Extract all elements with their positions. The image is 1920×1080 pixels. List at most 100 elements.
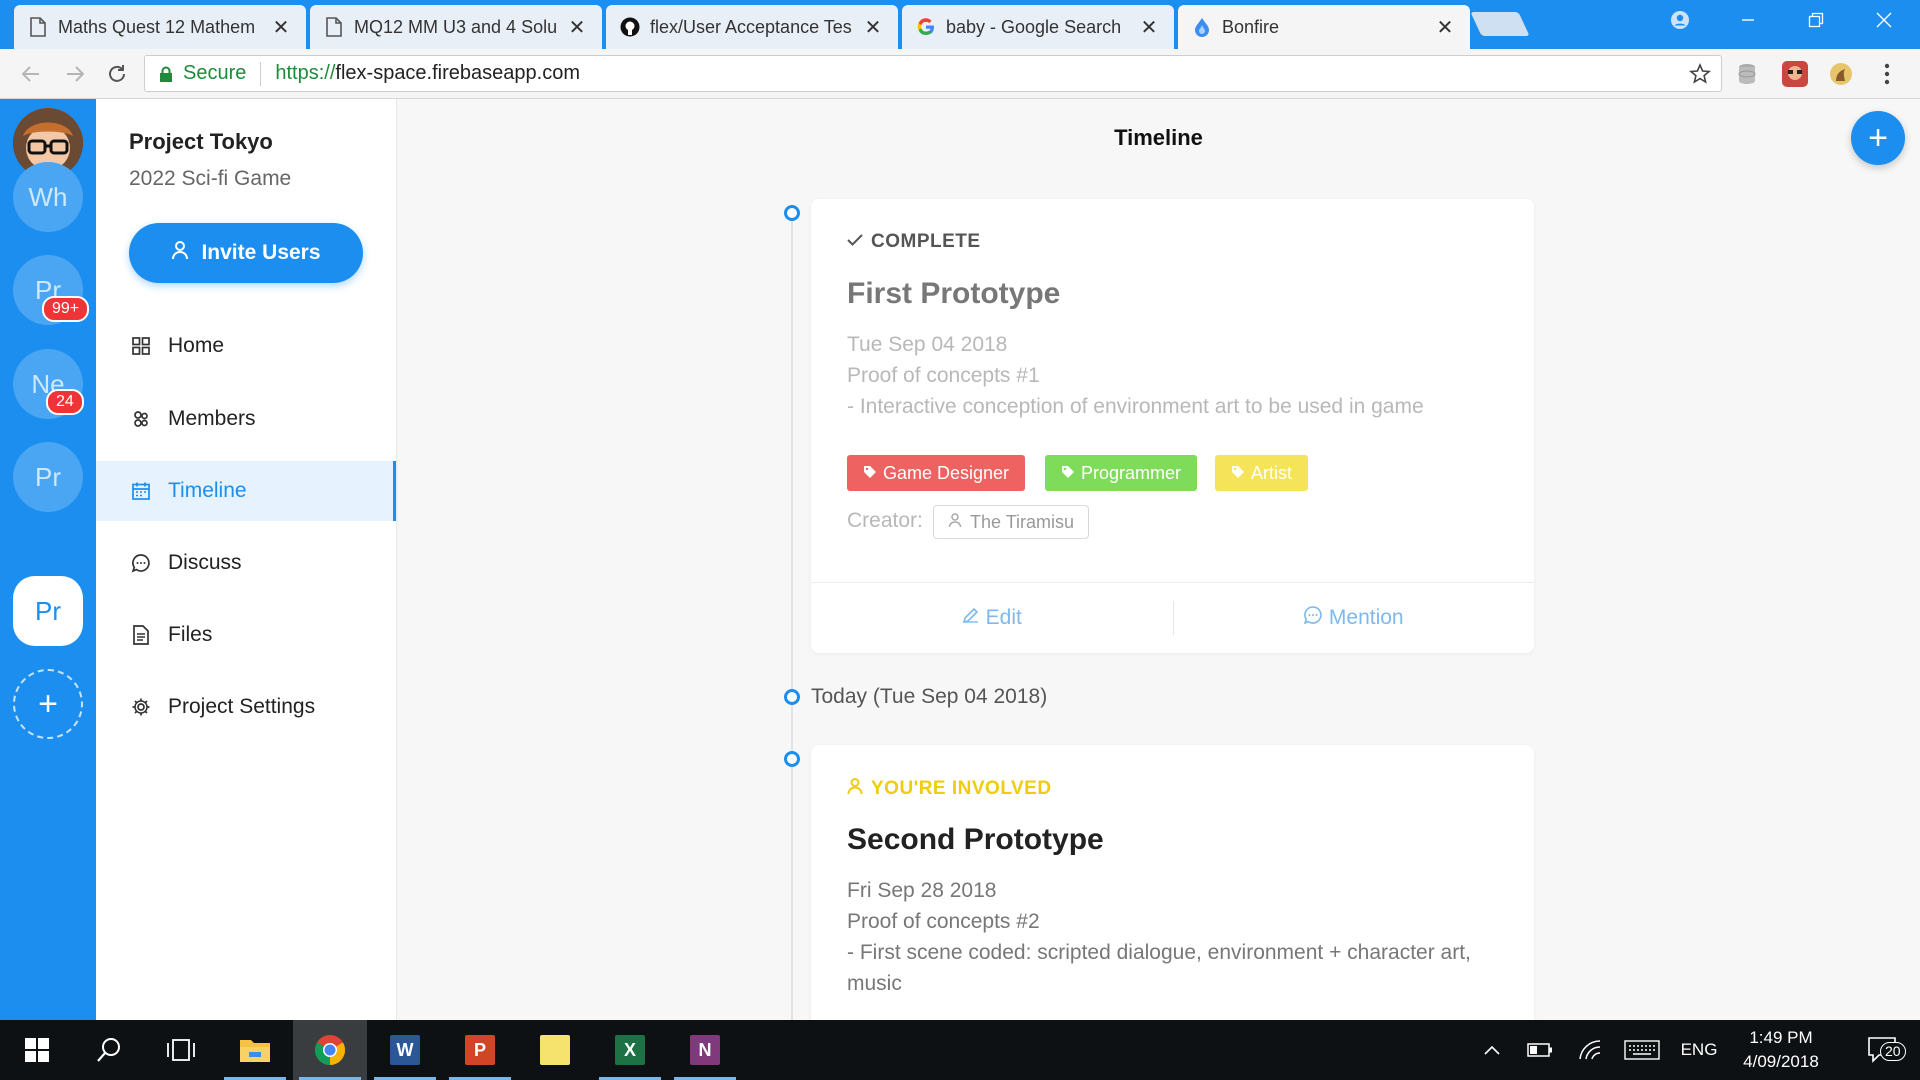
status-label: COMPLETE [847, 231, 981, 253]
close-icon[interactable]: ✕ [862, 15, 884, 40]
add-workspace-button[interactable]: + [13, 669, 83, 739]
role-tag[interactable]: Game Designer [847, 455, 1026, 491]
workspace-initials: Wh [28, 181, 68, 212]
search-icon[interactable] [72, 1020, 146, 1080]
kebab-menu-icon[interactable] [1874, 61, 1900, 87]
edit-button[interactable]: Edit [811, 583, 1173, 652]
tag-label: Artist [1251, 462, 1293, 483]
url-input[interactable]: Secure https:// flex-space.firebaseapp.c… [144, 55, 1722, 92]
sidebar-item-files[interactable]: Files [96, 605, 396, 665]
today-marker: Today (Tue Sep 04 2018) [811, 685, 1048, 708]
workspace-pr-2[interactable]: Pr [13, 442, 83, 512]
minimize-icon[interactable] [1718, 0, 1778, 40]
reload-icon[interactable] [100, 57, 134, 91]
close-icon[interactable]: ✕ [566, 15, 588, 40]
timeline-dot [784, 205, 800, 221]
sidebar-item-home[interactable]: Home [96, 316, 396, 376]
github-icon [620, 17, 640, 37]
back-icon[interactable] [14, 57, 48, 91]
document-icon [28, 17, 48, 37]
windows-start-icon[interactable] [0, 1020, 74, 1080]
add-event-button[interactable]: + [1851, 111, 1905, 165]
close-icon[interactable]: ✕ [1138, 15, 1160, 40]
window-close-icon[interactable] [1854, 0, 1914, 40]
notification-badge: 24 [46, 389, 84, 415]
plus-icon: + [1868, 118, 1888, 157]
chrome-icon[interactable] [293, 1020, 367, 1080]
extension-horse-icon[interactable] [1828, 61, 1854, 87]
workspace-pr-active[interactable]: Pr [13, 576, 83, 646]
plus-icon: + [38, 684, 58, 723]
role-tag[interactable]: Artist [1215, 455, 1309, 491]
profile-icon[interactable] [1650, 0, 1710, 40]
new-tab-button[interactable] [1470, 12, 1530, 36]
card-title: Second Prototype [847, 823, 1104, 856]
role-tag[interactable]: Programmer [1045, 455, 1198, 491]
google-icon [916, 17, 936, 37]
close-icon[interactable]: ✕ [270, 15, 292, 40]
browser-tab-bar: Maths Quest 12 Mathem ✕ MQ12 MM U3 and 4… [0, 0, 1920, 49]
workspace-wh[interactable]: Wh [13, 162, 83, 232]
battery-icon[interactable] [1522, 1020, 1558, 1080]
status-text: COMPLETE [871, 231, 981, 252]
sidebar-item-label: Discuss [168, 551, 242, 574]
bookmark-star-icon[interactable] [1689, 62, 1711, 91]
browser-tab[interactable]: baby - Google Search ✕ [902, 5, 1174, 49]
extension-database-icon[interactable] [1734, 61, 1760, 87]
system-clock[interactable]: 1:49 PM 4/09/2018 [1726, 1026, 1836, 1074]
notification-badge: 99+ [42, 296, 90, 322]
workspace-initials: Pr [35, 461, 61, 492]
card-date: Fri Sep 28 2018 [847, 879, 997, 902]
browser-tab-active[interactable]: Bonfire ✕ [1178, 5, 1470, 49]
notifications-icon[interactable]: 20 [1852, 1020, 1912, 1080]
project-sidebar: Project Tokyo 2022 Sci-fi Game Invite Us… [96, 99, 397, 1020]
card-body: Tue Sep 04 2018 Proof of concepts #1 - I… [847, 329, 1507, 422]
sidebar-item-label: Timeline [168, 479, 247, 502]
tab-title: baby - Google Search [946, 16, 1122, 37]
browser-tab[interactable]: flex/User Acceptance Tes ✕ [606, 5, 898, 49]
excel-icon[interactable]: X [593, 1020, 667, 1080]
extension-avatar-icon[interactable] [1782, 61, 1808, 87]
sidebar-item-project-settings[interactable]: Project Settings [96, 677, 396, 737]
card-actions: Edit Mention [811, 582, 1534, 652]
file-explorer-icon[interactable] [218, 1020, 292, 1080]
workspace-rail: Wh Pr 99+ Ne 24 Pr Pr + [0, 99, 96, 1020]
check-icon [847, 231, 863, 253]
divider [260, 61, 262, 86]
word-icon[interactable]: W [368, 1020, 442, 1080]
timeline-dot [784, 751, 800, 767]
language-indicator[interactable]: ENG [1676, 1020, 1722, 1080]
powerpoint-icon[interactable]: P [443, 1020, 517, 1080]
restore-icon[interactable] [1786, 0, 1846, 40]
sidebar-item-discuss[interactable]: Discuss [96, 533, 396, 593]
project-subtitle: 2022 Sci-fi Game [129, 167, 292, 190]
card-description: - First scene coded: scripted dialogue, … [847, 941, 1471, 995]
invite-users-label: Invite Users [201, 241, 321, 264]
onenote-icon[interactable]: N [668, 1020, 742, 1080]
tab-title: flex/User Acceptance Tes [650, 16, 852, 37]
sidebar-item-members[interactable]: Members [96, 389, 396, 449]
browser-tab[interactable]: Maths Quest 12 Mathem ✕ [14, 5, 306, 49]
sticky-notes-icon[interactable] [518, 1020, 592, 1080]
user-icon [171, 240, 189, 266]
sidebar-item-timeline[interactable]: Timeline [96, 461, 396, 521]
keyboard-icon[interactable] [1620, 1020, 1664, 1080]
invite-users-button[interactable]: Invite Users [129, 223, 363, 283]
card-description: Proof of concepts #2 [847, 910, 1040, 933]
tray-chevron-icon[interactable] [1474, 1020, 1510, 1080]
timeline-line [791, 213, 793, 1020]
lock-icon [159, 66, 173, 82]
forward-icon[interactable] [58, 57, 92, 91]
close-icon[interactable]: ✕ [1434, 15, 1456, 40]
notification-count: 20 [1880, 1042, 1906, 1061]
creator-name: The Tiramisu [970, 511, 1075, 532]
chat-icon [130, 552, 152, 574]
mention-button[interactable]: Mention [1172, 583, 1535, 652]
task-view-icon[interactable] [144, 1020, 218, 1080]
wifi-icon[interactable] [1572, 1020, 1608, 1080]
browser-tab[interactable]: MQ12 MM U3 and 4 Solu ✕ [310, 5, 602, 49]
card-body: Fri Sep 28 2018 Proof of concepts #2 - F… [847, 875, 1507, 999]
creator-chip[interactable]: The Tiramisu [933, 505, 1090, 539]
gear-icon [130, 696, 152, 718]
tag-icon [863, 465, 877, 482]
